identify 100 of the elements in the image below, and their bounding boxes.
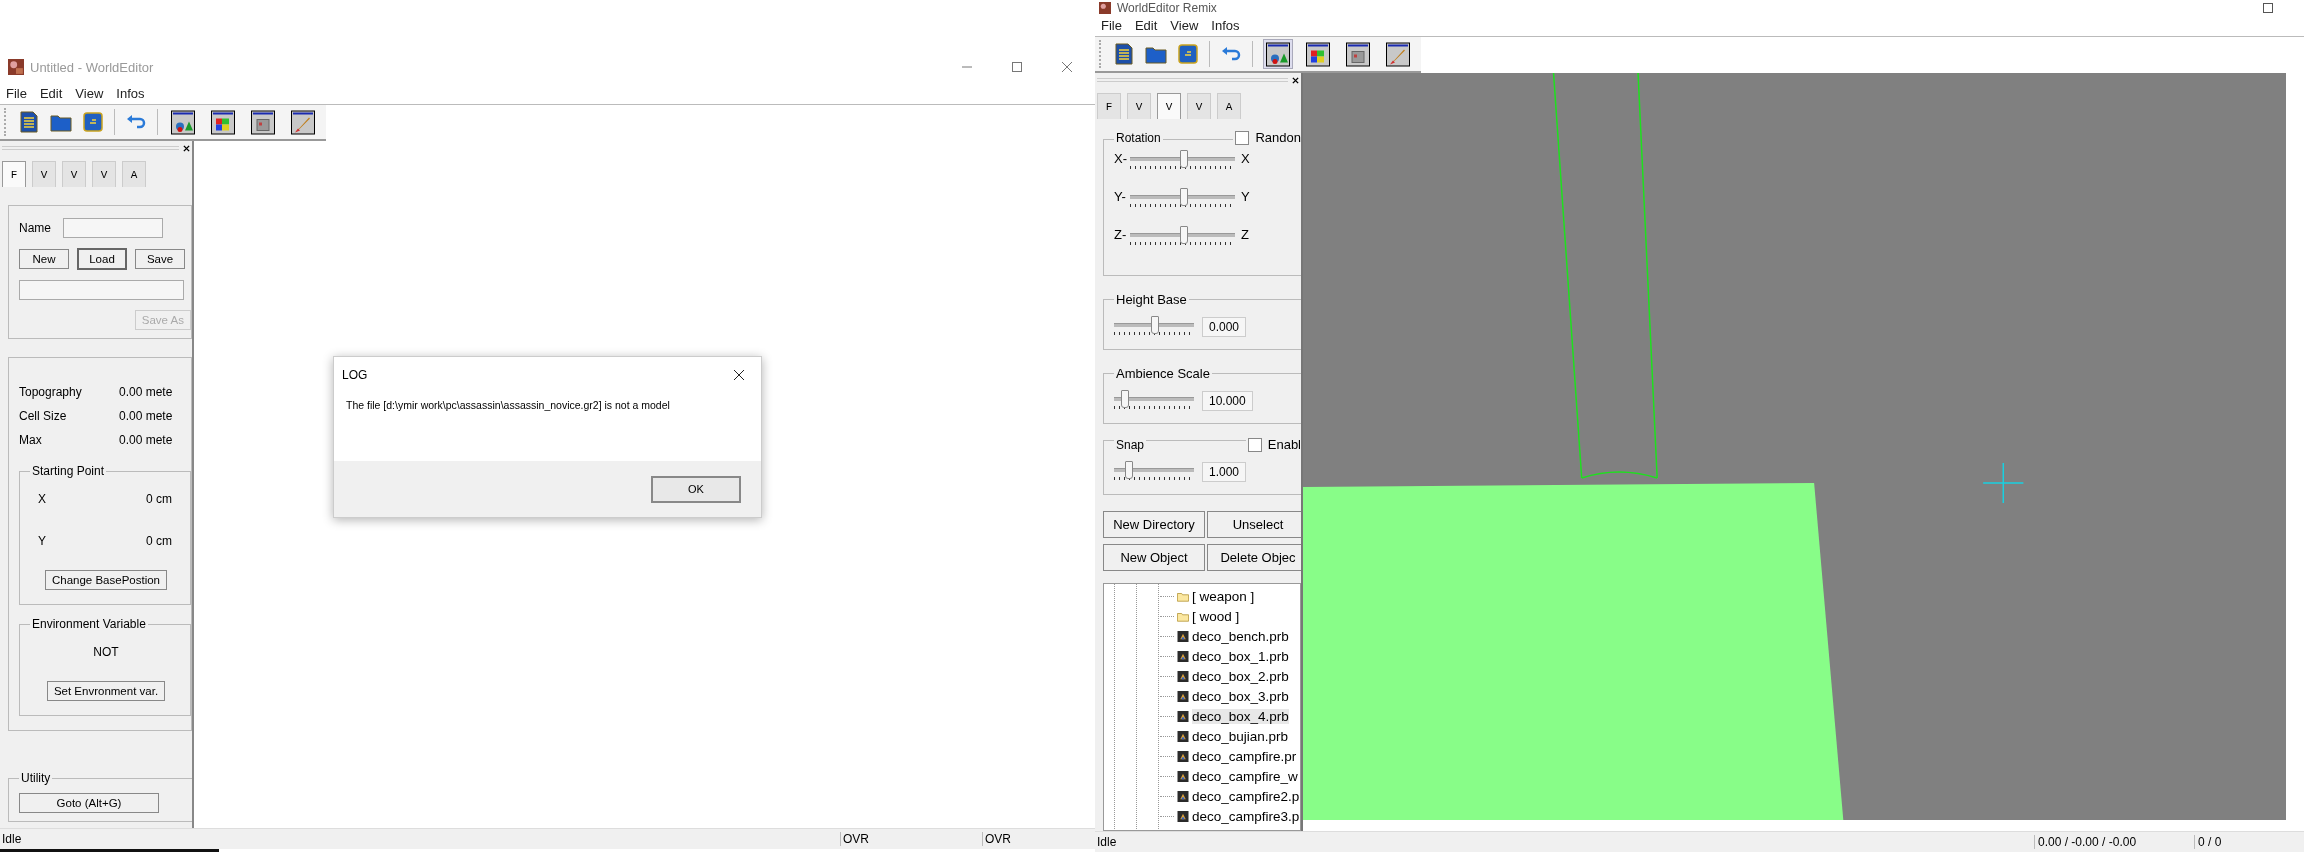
- name-field[interactable]: [63, 218, 163, 238]
- slider-thumb[interactable]: [1179, 188, 1188, 206]
- tree-item-label: deco_bujian.prb: [1192, 728, 1289, 744]
- enable-checkbox[interactable]: Enabl: [1245, 437, 1301, 452]
- axis-min-label: Z-: [1114, 227, 1128, 242]
- object-file-icon: [1177, 630, 1189, 642]
- new-document-icon[interactable]: [1113, 43, 1135, 65]
- info-value: 0.00 mete: [119, 433, 173, 447]
- brush-window-icon: [291, 109, 315, 135]
- panel-tab[interactable]: V: [62, 161, 86, 187]
- tree-item[interactable]: [ weapon ]: [1160, 586, 1300, 606]
- close-icon[interactable]: [733, 369, 745, 381]
- slider-thumb[interactable]: [1179, 226, 1188, 244]
- close-icon[interactable]: [1292, 76, 1299, 84]
- toolbar-mode-button[interactable]: [1263, 39, 1293, 69]
- panel-tab[interactable]: V: [32, 161, 56, 187]
- checkbox[interactable]: [1235, 130, 1250, 145]
- group-title: Snap: [1114, 437, 1147, 452]
- panel-tab[interactable]: F: [1097, 93, 1121, 119]
- file-button[interactable]: Load: [77, 248, 127, 270]
- tree-item[interactable]: deco_campfire2.p: [1160, 786, 1300, 806]
- save-icon[interactable]: [1177, 43, 1199, 65]
- tree-item[interactable]: deco_box_2.prb: [1160, 666, 1300, 686]
- new-document-icon[interactable]: [18, 111, 40, 133]
- tree-item[interactable]: [ wood ]: [1160, 606, 1300, 626]
- slider-thumb[interactable]: [1151, 316, 1159, 334]
- menu-item[interactable]: Infos: [1211, 17, 1240, 33]
- menu-item[interactable]: Edit: [39, 85, 63, 101]
- tree-item[interactable]: deco_box_1.prb: [1160, 646, 1300, 666]
- tree-item[interactable]: deco_campfire.pr: [1160, 746, 1300, 766]
- brush-window-icon: [1386, 41, 1410, 67]
- dialog-title: LOG: [342, 368, 368, 382]
- panel-tab[interactable]: V: [92, 161, 116, 187]
- menu-item[interactable]: File: [6, 85, 27, 101]
- value-field[interactable]: 1.000: [1202, 462, 1247, 482]
- tree-item-label: deco_campfire_w: [1192, 768, 1298, 784]
- environment-status: NOT: [92, 644, 120, 661]
- slider-thumb[interactable]: [1179, 150, 1188, 168]
- info-label: Topography: [19, 385, 83, 399]
- panel-button[interactable]: New Object: [1103, 544, 1205, 571]
- tree-item[interactable]: deco_campfire3.p: [1160, 806, 1300, 826]
- maximize-icon[interactable]: [2262, 2, 2274, 14]
- panel-tab[interactable]: F: [2, 161, 26, 187]
- checkbox[interactable]: [1247, 437, 1262, 452]
- tree-item[interactable]: deco_box_3.prb: [1160, 686, 1300, 706]
- value-field[interactable]: 0.000: [1202, 317, 1247, 337]
- file-button[interactable]: New: [19, 249, 69, 269]
- toolbar-mode-button[interactable]: [1383, 39, 1413, 69]
- object-file-icon: [1177, 690, 1189, 702]
- status-text: Idle: [1096, 835, 1117, 849]
- toolbar-mode-button[interactable]: [1343, 39, 1373, 69]
- value-field[interactable]: 10.000: [1202, 391, 1253, 411]
- panel-tab[interactable]: V: [1157, 93, 1181, 119]
- panel-button[interactable]: Unselect: [1207, 511, 1301, 538]
- panel-button[interactable]: Delete Objec: [1207, 544, 1301, 571]
- goto-button[interactable]: Goto (Alt+G): [19, 793, 159, 813]
- slider-thumb[interactable]: [1120, 390, 1129, 408]
- tree-item[interactable]: deco_campfire_w: [1160, 766, 1300, 786]
- maximize-icon[interactable]: [1011, 61, 1023, 73]
- path-field[interactable]: [19, 280, 184, 300]
- close-icon[interactable]: [183, 144, 190, 152]
- toolbar-mode-button[interactable]: [168, 107, 198, 137]
- tree-item-label: deco_box_4.prb: [1192, 708, 1289, 724]
- tree-item[interactable]: deco_bujian.prb: [1160, 726, 1300, 746]
- set-environment-button[interactable]: Set Envronment var.: [46, 681, 166, 701]
- tree-item-label: deco_campfire3.p: [1192, 808, 1300, 824]
- toolbar-mode-button[interactable]: [248, 107, 278, 137]
- window-title: WorldEditor Remix: [1117, 2, 1217, 14]
- panel-button[interactable]: New Directory: [1103, 511, 1205, 538]
- group-title: Environment Variable: [31, 617, 147, 631]
- tree-item-label: deco_box_3.prb: [1192, 688, 1289, 704]
- axis-max-label: Y: [1241, 189, 1250, 204]
- panel-tab[interactable]: A: [1217, 93, 1241, 119]
- panel-tab[interactable]: V: [1127, 93, 1151, 119]
- random-checkbox[interactable]: Randon: [1233, 130, 1301, 145]
- folder-icon: [1177, 610, 1189, 622]
- menu-item[interactable]: Infos: [116, 85, 145, 101]
- save-icon[interactable]: [82, 111, 104, 133]
- panel-tab[interactable]: A: [122, 161, 146, 187]
- menu-item[interactable]: File: [1101, 17, 1122, 33]
- file-button[interactable]: Save: [135, 249, 185, 269]
- change-base-position-button[interactable]: Change BasePostion: [44, 570, 168, 590]
- toolbar-mode-button[interactable]: [1303, 39, 1333, 69]
- slider-thumb[interactable]: [1125, 461, 1134, 479]
- coordinate-value: 0 cm: [146, 534, 172, 548]
- menu-item[interactable]: Edit: [1134, 17, 1158, 33]
- toolbar-mode-button[interactable]: [208, 107, 238, 137]
- ok-button[interactable]: OK: [651, 475, 741, 503]
- object-file-icon: [1177, 730, 1189, 742]
- menu-item[interactable]: View: [1170, 17, 1199, 33]
- info-value: 0.00 mete: [119, 385, 173, 399]
- folder-icon: [1177, 590, 1189, 602]
- tree-item-label: [ weapon ]: [1192, 588, 1255, 604]
- tree-item[interactable]: deco_box_4.prb: [1160, 706, 1300, 726]
- selection-count: 0 / 0: [2194, 835, 2222, 849]
- panel-tab[interactable]: V: [1187, 93, 1211, 119]
- tree-item-label: deco_bench.prb: [1192, 628, 1289, 644]
- tree-item[interactable]: deco_bench.prb: [1160, 626, 1300, 646]
- toolbar-mode-button[interactable]: [288, 107, 318, 137]
- menu-item[interactable]: View: [75, 85, 104, 101]
